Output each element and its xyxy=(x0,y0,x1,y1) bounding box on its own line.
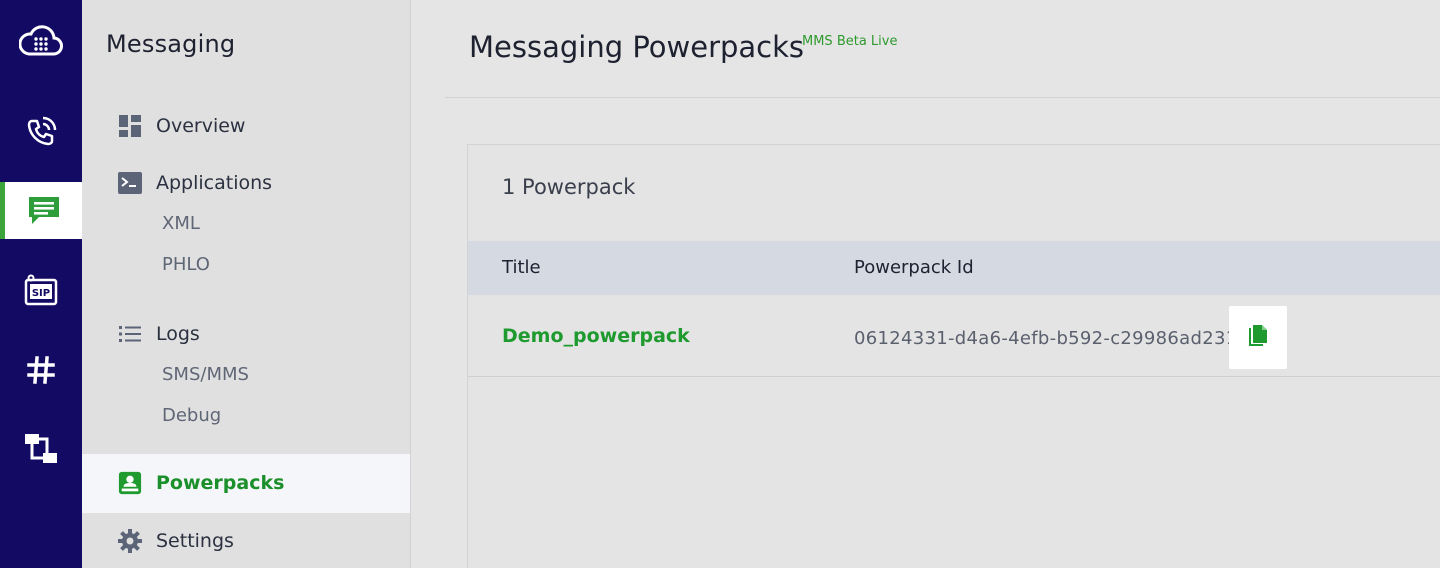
powerpack-icon xyxy=(118,471,142,495)
sidebar-item-label: Applications xyxy=(156,172,273,194)
sidebar-subitem-sms-mms[interactable]: SMS/MMS xyxy=(162,364,249,385)
cloud-dialpad-icon[interactable] xyxy=(0,12,82,69)
terminal-icon xyxy=(118,171,142,195)
sidebar-item-label: Powerpacks xyxy=(156,472,285,494)
sidebar-subitem-debug[interactable]: Debug xyxy=(162,405,221,426)
icon-rail: SIP xyxy=(0,0,82,568)
list-icon xyxy=(118,322,142,346)
powerpack-count: 1 Powerpack xyxy=(502,175,636,199)
table-row: Demo_powerpack 06124331-d4a6-4efb-b592-c… xyxy=(468,295,1440,377)
powerpack-title-link[interactable]: Demo_powerpack xyxy=(502,325,690,347)
sidebar-item-label: Overview xyxy=(156,115,246,137)
secondary-sidebar: Messaging Overview Applications XML PHLO xyxy=(82,0,411,568)
header-divider xyxy=(445,97,1440,98)
page-title: Messaging Powerpacks xyxy=(469,30,805,64)
copy-icon xyxy=(1247,324,1269,352)
sidebar-subitem-phlo[interactable]: PHLO xyxy=(162,254,210,275)
table-header: Title Powerpack Id xyxy=(468,241,1440,295)
sidebar-item-label: Logs xyxy=(156,323,200,345)
status-badge: MMS Beta Live xyxy=(802,34,898,49)
sidebar-item-label: Settings xyxy=(156,530,234,552)
column-header-powerpack-id: Powerpack Id xyxy=(854,257,974,278)
gear-icon xyxy=(118,529,142,553)
column-header-title: Title xyxy=(502,257,541,278)
dashboard-icon xyxy=(118,114,142,138)
flow-icon[interactable] xyxy=(0,420,82,477)
sidebar-item-applications[interactable]: Applications xyxy=(118,169,272,197)
copy-button[interactable] xyxy=(1229,306,1287,369)
svg-text:SIP: SIP xyxy=(32,288,50,299)
phone-call-icon[interactable] xyxy=(0,103,82,160)
sidebar-item-settings[interactable]: Settings xyxy=(118,527,234,555)
hash-icon[interactable] xyxy=(0,341,82,398)
sidebar-item-powerpacks-row: Powerpacks xyxy=(118,469,284,497)
powerpack-id: 06124331-d4a6-4efb-b592-c29986ad2319 xyxy=(854,328,1250,349)
sip-icon[interactable]: SIP xyxy=(0,262,82,319)
message-icon[interactable] xyxy=(0,182,82,239)
sidebar-item-overview[interactable]: Overview xyxy=(118,112,245,140)
sidebar-item-logs[interactable]: Logs xyxy=(118,320,200,348)
main-content: Messaging Powerpacks MMS Beta Live 1 Pow… xyxy=(411,0,1440,568)
sidebar-title: Messaging xyxy=(106,30,236,58)
powerpacks-card: 1 Powerpack Title Powerpack Id Demo_powe… xyxy=(467,144,1440,568)
sidebar-subitem-xml[interactable]: XML xyxy=(162,213,200,234)
sidebar-item-powerpacks[interactable]: Powerpacks xyxy=(82,454,410,513)
